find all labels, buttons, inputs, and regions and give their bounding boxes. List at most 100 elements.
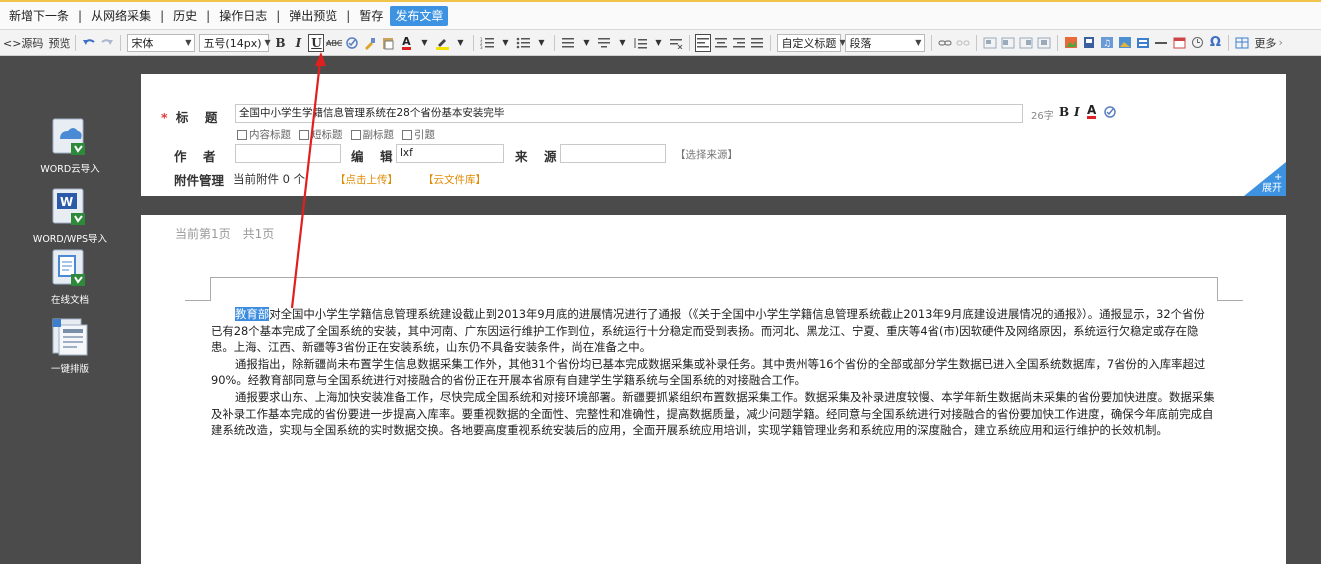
history-button[interactable]: 历史 xyxy=(168,6,202,26)
image-center-icon[interactable] xyxy=(1036,34,1052,52)
special-char-button[interactable]: Ω xyxy=(1207,34,1223,52)
font-size-select[interactable]: 五号(14px) ▼ xyxy=(199,33,271,52)
font-color-button[interactable]: A xyxy=(398,34,414,52)
editor-input[interactable]: lxf xyxy=(396,144,504,163)
author-input[interactable] xyxy=(235,144,341,163)
horizontal-rule-icon[interactable] xyxy=(1153,34,1169,52)
paragraph-spacing-top-icon[interactable] xyxy=(560,34,576,52)
article-body[interactable]: 教育部对全国中小学生学籍信息管理系统建设截止到2013年9月底的进展情况进行了通… xyxy=(211,306,1215,439)
article-meta-form: * 标 题 全国中小学生学籍信息管理系统在28个省份基本安装完毕 26字 B I… xyxy=(141,74,1286,196)
spellcheck-icon[interactable] xyxy=(344,34,360,52)
insert-music-icon[interactable]: ♫ xyxy=(1099,34,1115,52)
clear-format-icon[interactable] xyxy=(668,34,684,52)
font-family-select[interactable]: 宋体 ▼ xyxy=(127,33,196,52)
align-center-icon[interactable] xyxy=(713,34,729,52)
title-color-button[interactable]: A xyxy=(1087,104,1097,119)
chevron-down-icon[interactable]: ▼ xyxy=(497,34,513,52)
checkbox-box xyxy=(402,129,412,140)
strikethrough-icon[interactable]: ABC xyxy=(326,34,343,52)
sidebar-item-label: 在线文档 xyxy=(50,295,89,306)
insert-date-icon[interactable] xyxy=(1171,34,1187,52)
document-page[interactable]: 当前第1页 共1页 教育部对全国中小学生学籍信息管理系统建设截止到2013年9月… xyxy=(141,215,1286,564)
separator: | xyxy=(276,8,281,23)
chevron-down-icon[interactable]: ▼ xyxy=(578,34,594,52)
popup-preview-button[interactable]: 弹出预览 xyxy=(284,6,342,26)
publish-button[interactable]: 发布文章 xyxy=(390,5,449,26)
web-collect-button[interactable]: 从网络采集 xyxy=(86,6,156,26)
paragraph: 通报要求山东、上海加快安装准备工作，尽快完成全国系统和对接环境部署。新疆要抓紧组… xyxy=(211,389,1215,438)
auto-layout-button[interactable]: 一键排版 xyxy=(0,317,140,375)
format-brush-icon[interactable] xyxy=(362,34,378,52)
align-justify-icon[interactable] xyxy=(749,34,765,52)
source-code-button[interactable]: <>源码 xyxy=(3,34,43,52)
chevron-down-icon[interactable]: ▼ xyxy=(452,34,468,52)
add-next-button[interactable]: 新增下一条 xyxy=(4,6,74,26)
unlink-icon[interactable] xyxy=(955,34,971,52)
title-bold-button[interactable]: B xyxy=(1059,105,1069,119)
insert-gallery-icon[interactable] xyxy=(1117,34,1133,52)
save-draft-button[interactable]: 暂存 xyxy=(354,6,388,26)
author-label: 作 者 xyxy=(174,149,218,164)
image-float-right-icon[interactable] xyxy=(1018,34,1034,52)
online-document-button[interactable]: 在线文档 xyxy=(0,248,140,306)
paragraph-format-select[interactable]: 段落 ▼ xyxy=(845,33,926,52)
subtitle-checkbox[interactable]: 副标题 xyxy=(350,127,394,142)
insert-time-icon[interactable] xyxy=(1189,34,1205,52)
image-float-none-icon[interactable] xyxy=(982,34,998,52)
chevron-down-icon[interactable]: ▼ xyxy=(533,34,549,52)
line-height-icon[interactable] xyxy=(632,34,648,52)
divider xyxy=(689,34,691,51)
insert-file-icon[interactable] xyxy=(1081,34,1097,52)
cloud-upload-icon xyxy=(51,117,89,157)
table-grid-icon[interactable] xyxy=(1234,34,1250,52)
chevron-down-icon[interactable]: ▼ xyxy=(614,34,630,52)
online-doc-icon xyxy=(51,248,89,288)
chevron-down-icon[interactable]: ▼ xyxy=(650,34,666,52)
short-title-checkbox[interactable]: 短标题 xyxy=(299,127,343,142)
import-sidebar: WORD云导入 W WORD/WPS导入 在线文档 一键排版 xyxy=(0,57,140,564)
chevron-down-icon[interactable]: ▼ xyxy=(416,34,432,52)
page-top-line xyxy=(211,277,1217,278)
page-corner-mark xyxy=(185,277,211,301)
title-spellcheck-icon[interactable] xyxy=(1103,105,1117,122)
title-input[interactable]: 全国中小学生学籍信息管理系统在28个省份基本安装完毕 xyxy=(235,104,1023,123)
upload-link[interactable]: 【点击上传】 xyxy=(335,172,398,187)
italic-button[interactable]: I xyxy=(290,34,306,52)
insert-image-icon[interactable] xyxy=(1063,34,1079,52)
paragraph: 教育部对全国中小学生学籍信息管理系统建设截止到2013年9月底的进展情况进行了通… xyxy=(211,307,1205,355)
separator: | xyxy=(346,8,351,23)
word-cloud-import-button[interactable]: WORD云导入 xyxy=(0,117,140,175)
lead-title-checkbox[interactable]: 引题 xyxy=(402,127,435,142)
bold-button[interactable]: B xyxy=(272,34,288,52)
attachment-count: 0 xyxy=(282,172,290,186)
unordered-list-icon[interactable] xyxy=(515,34,531,52)
insert-table-icon[interactable] xyxy=(1135,34,1151,52)
align-right-icon[interactable] xyxy=(731,34,747,52)
highlight-color-icon[interactable] xyxy=(434,34,450,52)
link-icon[interactable] xyxy=(937,34,953,52)
redo-icon[interactable] xyxy=(99,34,115,52)
title-italic-button[interactable]: I xyxy=(1074,105,1080,119)
custom-title-select[interactable]: 自定义标题 ▼ xyxy=(777,33,846,52)
word-wps-import-button[interactable]: W WORD/WPS导入 xyxy=(0,187,140,245)
more-button[interactable]: 更多 › xyxy=(1254,34,1282,52)
divider xyxy=(976,34,978,51)
paragraph: 通报指出，除新疆尚未布置学生信息数据采集工作外，其他31个省份均已基本完成数据采… xyxy=(211,356,1206,388)
expand-button[interactable]: + 展开 xyxy=(1244,162,1286,196)
cloud-library-link[interactable]: 【云文件库】 xyxy=(423,172,486,187)
ordered-list-icon[interactable]: 123 xyxy=(479,34,495,52)
underline-button[interactable]: U xyxy=(308,33,325,52)
source-input[interactable] xyxy=(560,144,666,163)
image-float-left-icon[interactable] xyxy=(1000,34,1016,52)
align-left-icon[interactable] xyxy=(695,33,712,52)
paste-icon[interactable] xyxy=(380,34,396,52)
operation-log-button[interactable]: 操作日志 xyxy=(214,6,272,26)
undo-icon[interactable] xyxy=(81,34,97,52)
sidebar-item-label: 一键排版 xyxy=(50,364,89,375)
checkbox-box xyxy=(237,129,247,140)
preview-button[interactable]: 预览 xyxy=(48,34,70,52)
choose-source-link[interactable]: 【选择来源】 xyxy=(675,147,738,162)
auto-layout-icon xyxy=(51,317,89,357)
content-title-checkbox[interactable]: 内容标题 xyxy=(237,127,291,142)
paragraph-spacing-bottom-icon[interactable] xyxy=(596,34,612,52)
